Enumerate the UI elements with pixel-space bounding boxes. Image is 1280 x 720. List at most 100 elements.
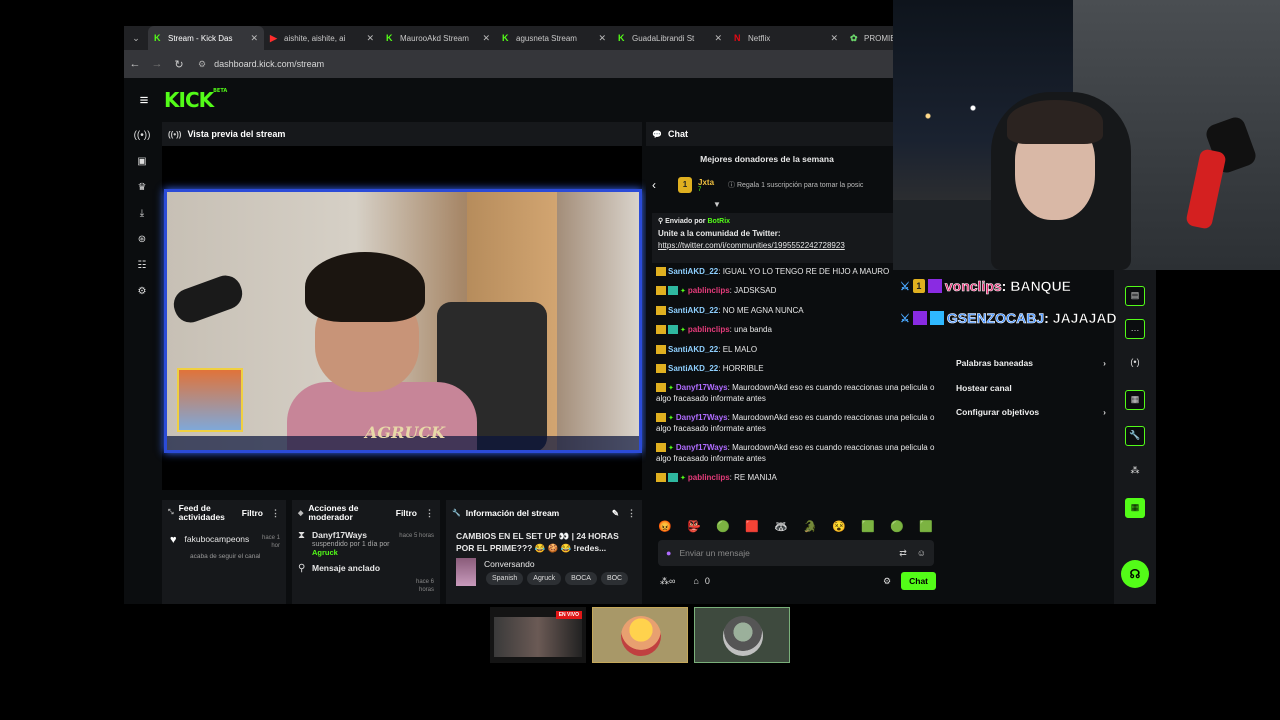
thumbnail-avatar-2[interactable] xyxy=(694,607,790,663)
mod-action-target[interactable]: Agruck xyxy=(292,548,440,557)
tab-youtube[interactable]: ▶ aishite, aishite, ai ✕ xyxy=(264,26,380,50)
chat-username[interactable]: pablinclips xyxy=(688,473,730,482)
sub-badge-icon xyxy=(656,383,666,393)
thumbnail-browser[interactable]: EN VIVO xyxy=(490,607,586,663)
feed-item[interactable]: ♥ fakubocampeons hace 1 hor xyxy=(162,526,286,549)
chat-username[interactable]: pablinclips xyxy=(688,325,730,334)
stream-info-header: 🔧 Información del stream ✎ ⋮ xyxy=(446,500,642,526)
settings-gear-icon[interactable]: ⚙ xyxy=(124,278,160,304)
stream-video[interactable]: AGRUCK xyxy=(164,189,642,453)
chat-message[interactable]: ✦ pablinclips: RE MANIJA xyxy=(656,473,948,484)
emote-icon[interactable]: 🟩 xyxy=(859,520,877,534)
chat-message[interactable]: SantiAKD_22: EL MALO xyxy=(656,345,948,355)
close-tab-icon[interactable]: ✕ xyxy=(482,33,490,44)
menu-item-host-channel[interactable]: Hostear canal xyxy=(956,383,1106,393)
layout-icon[interactable]: ▦ xyxy=(1125,390,1145,410)
emote-icon[interactable]: 🟢 xyxy=(714,520,732,534)
emote-icon[interactable]: 🟩 xyxy=(917,520,935,534)
more-options-icon[interactable]: ⋮ xyxy=(425,508,434,519)
wrench-tool-icon[interactable]: 🔧 xyxy=(1125,426,1145,446)
help-headset-icon[interactable]: ☊ xyxy=(1121,560,1149,588)
mod-action-item[interactable]: ⧗ Danyf17Ways hace 5 horas xyxy=(292,526,440,541)
gift-sub-prompt[interactable]: ⓘ Regala 1 suscripción para tomar la pos… xyxy=(728,180,863,190)
forward-arrow-icon[interactable]: → xyxy=(146,58,168,70)
calendar-icon[interactable]: ▦ xyxy=(1125,498,1145,518)
emote-icon[interactable]: 🐊 xyxy=(801,520,819,534)
close-tab-icon[interactable]: ✕ xyxy=(250,33,258,44)
emote-icon[interactable]: 🟢 xyxy=(888,520,906,534)
close-tab-icon[interactable]: ✕ xyxy=(714,33,722,44)
tag-chip[interactable]: Agruck xyxy=(527,572,562,585)
tab-agusneta[interactable]: K agusneta Stream ✕ xyxy=(496,26,612,50)
emote-icon[interactable]: 🦝 xyxy=(772,520,790,534)
site-info-icon[interactable]: ⚙ xyxy=(198,59,206,70)
chat-username[interactable]: Danyf17Ways xyxy=(676,383,728,392)
chat-message[interactable]: ✦ Danyf17Ways: MaurodownAkd eso es cuando… xyxy=(656,383,948,404)
video-icon[interactable]: ▣ xyxy=(124,148,160,174)
chat-message[interactable]: SantiAKD_22: HORRIBLE xyxy=(656,364,948,374)
tab-netflix[interactable]: N Netflix ✕ xyxy=(728,26,844,50)
emote-icon[interactable]: 🟥 xyxy=(743,520,761,534)
hamburger-menu-icon[interactable]: ≡ xyxy=(124,92,164,109)
mod-action-item[interactable]: ⚲ Mensaje anclado hace 6 horas xyxy=(292,557,440,593)
chat-message[interactable]: ✦ Danyf17Ways: MaurodownAkd eso es cuando… xyxy=(656,413,948,434)
feed-filter-button[interactable]: Filtro xyxy=(242,508,263,518)
connections-icon[interactable]: ⁂ xyxy=(1125,462,1145,482)
translate-icon[interactable]: ⇄ xyxy=(899,548,907,559)
kick-favicon-icon: K xyxy=(618,32,625,43)
tag-chip[interactable]: BOC xyxy=(600,572,629,585)
close-tab-icon[interactable]: ✕ xyxy=(366,33,374,44)
target-icon[interactable]: ⊛ xyxy=(124,226,160,252)
chat-send-button[interactable]: Chat xyxy=(901,572,936,590)
emote-icon[interactable]: 😡 xyxy=(656,520,674,534)
url-field[interactable]: ⚙ dashboard.kick.com/stream xyxy=(198,59,324,70)
chat-message-input[interactable]: ● Enviar un mensaje ⇄ ☺ xyxy=(658,540,934,566)
donor-name[interactable]: Jxta xyxy=(698,178,714,187)
tab-mauroo[interactable]: K MaurooAkd Stream ✕ xyxy=(380,26,496,50)
kick-logo[interactable]: KICKBETA xyxy=(164,88,227,112)
mod-action-user: Mensaje anclado xyxy=(312,563,381,573)
emote-icon[interactable]: 👺 xyxy=(685,520,703,534)
broadcast-tool-icon[interactable]: (•) xyxy=(1125,354,1145,374)
expand-icon[interactable]: ⤡ xyxy=(168,509,174,517)
chat-username[interactable]: pablinclips xyxy=(688,286,730,295)
mod-filter-button[interactable]: Filtro xyxy=(396,508,417,518)
tag-chip[interactable]: Spanish xyxy=(486,572,524,585)
chat-message[interactable]: ✦ Danyf17Ways: MaurodownAkd eso es cuando… xyxy=(656,443,948,464)
tab-guadalibrandi[interactable]: K GuadaLibrandi St ✕ xyxy=(612,26,728,50)
tab-kick-dashboard[interactable]: K Stream - Kick Das ✕ xyxy=(148,26,264,50)
menu-item-banned-words[interactable]: Palabras baneadas › xyxy=(956,358,1106,368)
tag-chip[interactable]: BOCA xyxy=(565,572,597,585)
chat-username[interactable]: Danyf17Ways xyxy=(676,443,728,452)
chat-username[interactable]: SantiAKD_22 xyxy=(668,364,718,373)
back-arrow-icon[interactable]: ← xyxy=(124,58,146,70)
chat-settings-icon[interactable]: ⚙ xyxy=(883,576,891,587)
sent-by-label: Enviado por xyxy=(665,218,706,225)
more-options-icon[interactable]: ⋮ xyxy=(627,508,636,519)
close-tab-icon[interactable]: ✕ xyxy=(830,33,838,44)
thumbnail-avatar-1[interactable] xyxy=(592,607,688,663)
download-icon[interactable]: ⤓ xyxy=(124,200,160,226)
reload-icon[interactable]: ↻ xyxy=(168,58,190,71)
broadcast-icon[interactable]: ((•)) xyxy=(124,122,160,148)
trophy-icon[interactable]: ♛ xyxy=(124,174,160,200)
chat-username[interactable]: SantiAKD_22 xyxy=(668,267,718,276)
users-icon[interactable]: ☷ xyxy=(124,252,160,278)
close-tab-icon[interactable]: ✕ xyxy=(598,33,606,44)
menu-item-configure-goals[interactable]: Configurar objetivos › xyxy=(956,407,1106,417)
emote-icon[interactable]: 😵 xyxy=(830,520,848,534)
emoji-icon[interactable]: ☺ xyxy=(917,548,926,558)
chat-username[interactable]: SantiAKD_22 xyxy=(668,306,718,315)
chat-username[interactable]: SantiAKD_22 xyxy=(668,345,718,354)
window-thumbnails: EN VIVO xyxy=(490,607,792,665)
tab-label: aishite, aishite, ai xyxy=(284,33,346,43)
chevron-left-icon[interactable]: ‹ xyxy=(652,178,656,192)
edit-pencil-icon[interactable]: ✎ xyxy=(612,508,619,519)
activity-feed-header: ⤡ Feed de actividades Filtro ⋮ xyxy=(162,500,286,526)
chat-username[interactable]: Danyf17Ways xyxy=(676,413,728,422)
tab-search-icon[interactable]: ⌄ xyxy=(124,26,148,50)
game-overlay xyxy=(177,368,243,432)
more-options-icon[interactable]: ⋮ xyxy=(271,508,280,519)
gift-icon[interactable]: ⌂ xyxy=(693,576,698,586)
points-icon[interactable]: ⁂∞ xyxy=(660,576,675,587)
